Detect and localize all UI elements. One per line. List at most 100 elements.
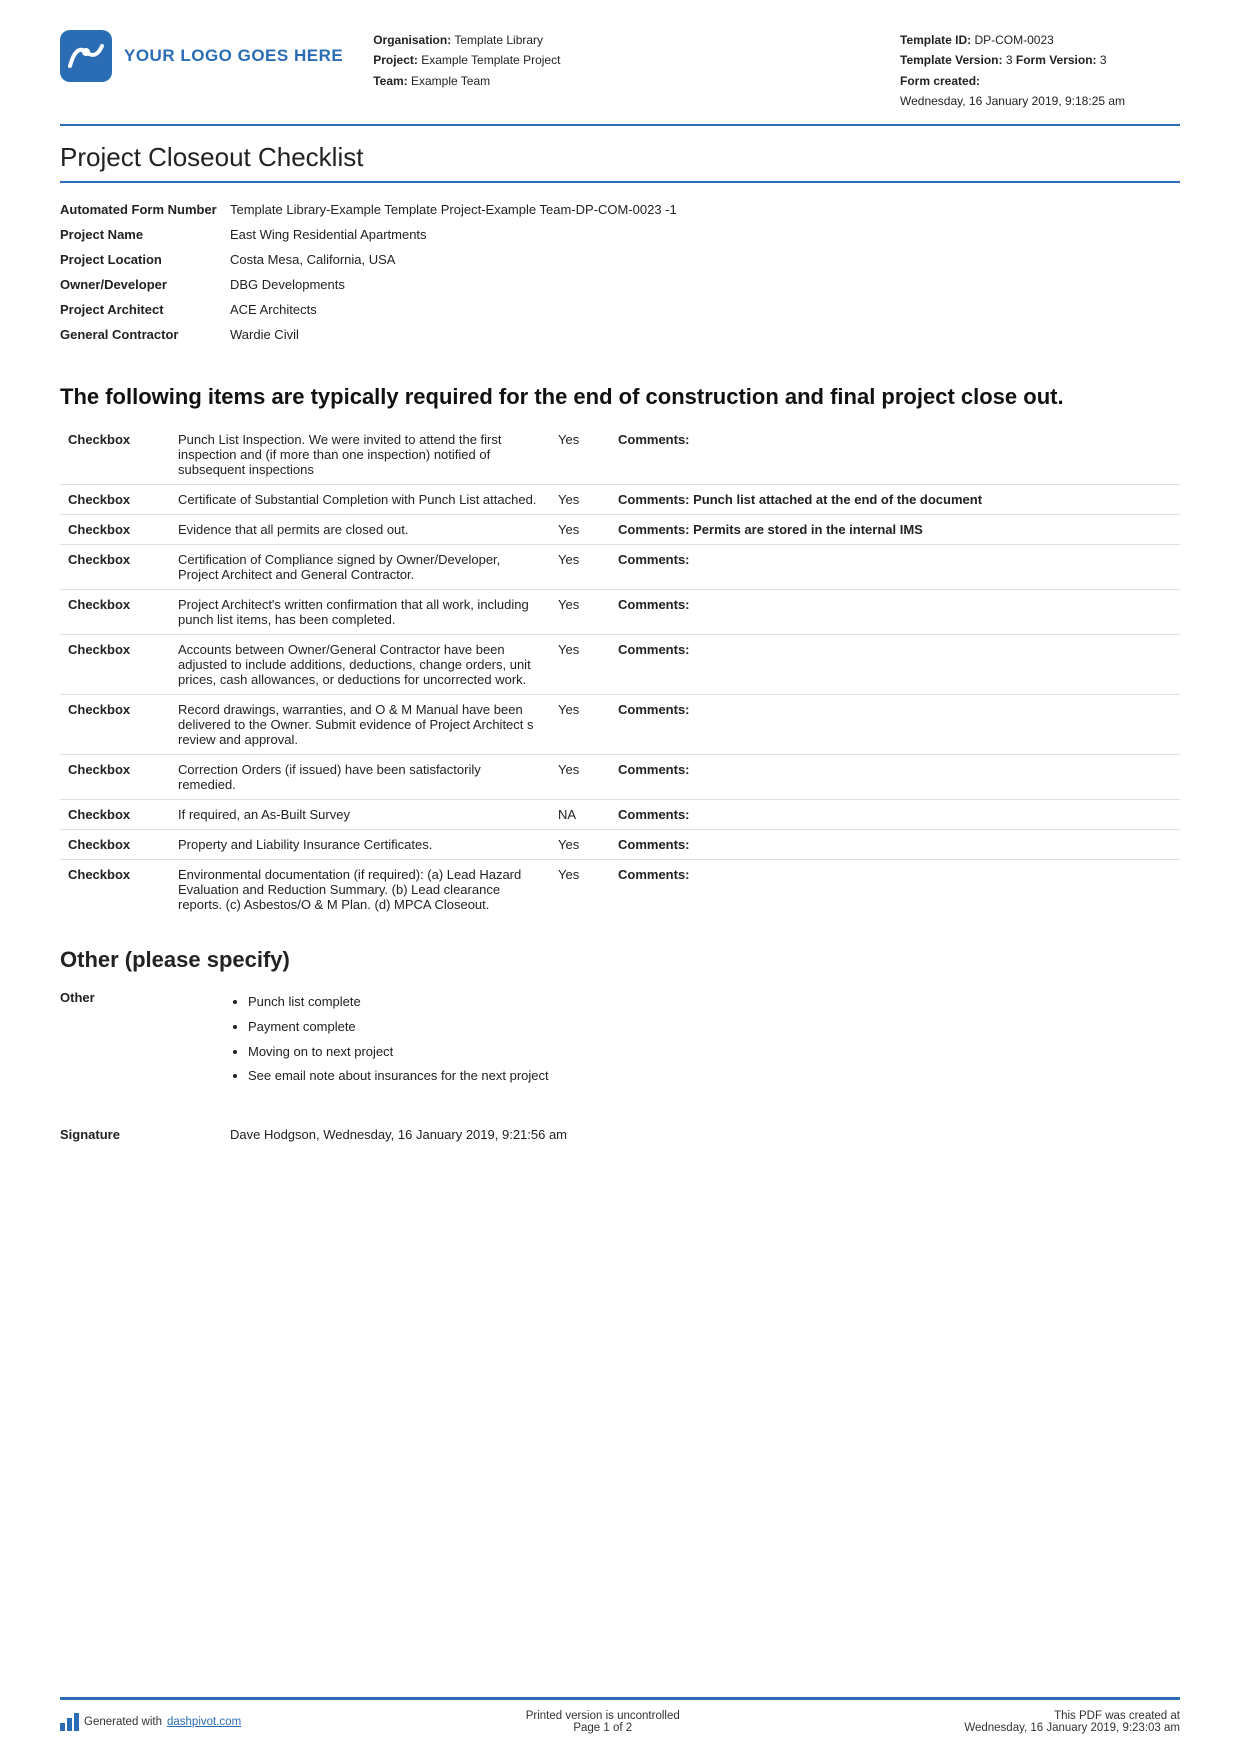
logo-area: YOUR LOGO GOES HERE	[60, 30, 343, 82]
checklist-col1: Checkbox	[60, 545, 170, 590]
footer-link[interactable]: dashpivot.com	[167, 1716, 241, 1728]
checklist-col4: Comments:	[610, 635, 1180, 695]
checklist-col2: Property and Liability Insurance Certifi…	[170, 830, 550, 860]
checklist-col3: Yes	[550, 860, 610, 920]
form-version-value: 3	[1100, 53, 1107, 67]
checklist-col4: Comments:	[610, 545, 1180, 590]
footer-page: Page 1 of 2	[526, 1722, 680, 1734]
checklist-col3: Yes	[550, 590, 610, 635]
header-right: Template ID: DP-COM-0023 Template Versio…	[900, 30, 1180, 112]
checklist-col2: Record drawings, warranties, and O & M M…	[170, 695, 550, 755]
checklist-col2: Accounts between Owner/General Contracto…	[170, 635, 550, 695]
checklist-col4: Comments:	[610, 590, 1180, 635]
checklist-col1: Checkbox	[60, 425, 170, 485]
footer-right: This PDF was created at Wednesday, 16 Ja…	[964, 1710, 1180, 1734]
checklist-col4: Comments:	[610, 755, 1180, 800]
checklist-col3: Yes	[550, 695, 610, 755]
checklist-col3: Yes	[550, 755, 610, 800]
page: YOUR LOGO GOES HERE Organisation: Templa…	[0, 0, 1240, 1754]
signature-row: Signature Dave Hodgson, Wednesday, 16 Ja…	[60, 1122, 1180, 1147]
checklist-col2: Certificate of Substantial Completion wi…	[170, 485, 550, 515]
footer-center: Printed version is uncontrolled Page 1 o…	[526, 1710, 680, 1734]
org-value: Template Library	[454, 33, 543, 47]
checklist-row: Checkbox Property and Liability Insuranc…	[60, 830, 1180, 860]
info-label: Project Name	[60, 222, 230, 247]
info-label: Automated Form Number	[60, 197, 230, 222]
checklist-col2: Certification of Compliance signed by Ow…	[170, 545, 550, 590]
checklist-col1: Checkbox	[60, 485, 170, 515]
info-value: Wardie Civil	[230, 322, 1180, 347]
checklist-col4: Comments:	[610, 695, 1180, 755]
checklist-row: Checkbox Record drawings, warranties, an…	[60, 695, 1180, 755]
checklist-col3: Yes	[550, 545, 610, 590]
list-item: Payment complete	[248, 1015, 1172, 1040]
checklist-col2: Evidence that all permits are closed out…	[170, 515, 550, 545]
checklist-col1: Checkbox	[60, 590, 170, 635]
checklist-col1: Checkbox	[60, 830, 170, 860]
checklist-col1: Checkbox	[60, 515, 170, 545]
checklist-row: Checkbox Certification of Compliance sig…	[60, 545, 1180, 590]
checklist-col3: Yes	[550, 485, 610, 515]
footer-bars-icon	[60, 1713, 79, 1731]
checklist-col2: If required, an As-Built Survey	[170, 800, 550, 830]
checklist-col2: Project Architect's written confirmation…	[170, 590, 550, 635]
other-row: Other Punch list completePayment complet…	[60, 985, 1180, 1094]
other-label: Other	[60, 985, 230, 1094]
checklist-table: Checkbox Punch List Inspection. We were …	[60, 425, 1180, 919]
footer-left: Generated with dashpivot.com	[60, 1713, 241, 1731]
checklist-col3: NA	[550, 800, 610, 830]
other-table: Other Punch list completePayment complet…	[60, 985, 1180, 1094]
signature-table: Signature Dave Hodgson, Wednesday, 16 Ja…	[60, 1122, 1180, 1147]
checklist-row: Checkbox Punch List Inspection. We were …	[60, 425, 1180, 485]
logo-text: YOUR LOGO GOES HERE	[124, 45, 343, 67]
info-value: Costa Mesa, California, USA	[230, 247, 1180, 272]
checklist-col3: Yes	[550, 425, 610, 485]
doc-title: Project Closeout Checklist	[60, 142, 1180, 183]
info-value: DBG Developments	[230, 272, 1180, 297]
info-table: Automated Form NumberTemplate Library-Ex…	[60, 197, 1180, 347]
template-version-value: 3	[1006, 53, 1013, 67]
checklist-row: Checkbox If required, an As-Built Survey…	[60, 800, 1180, 830]
checklist-col2: Correction Orders (if issued) have been …	[170, 755, 550, 800]
checklist-col1: Checkbox	[60, 755, 170, 800]
info-value: Template Library-Example Template Projec…	[230, 197, 1180, 222]
info-row: Project ArchitectACE Architects	[60, 297, 1180, 322]
team-label: Team:	[373, 74, 407, 88]
checklist-col4: Comments:	[610, 425, 1180, 485]
info-label: Project Architect	[60, 297, 230, 322]
other-list-cell: Punch list completePayment completeMovin…	[230, 985, 1180, 1094]
info-row: Project LocationCosta Mesa, California, …	[60, 247, 1180, 272]
logo-icon	[60, 30, 112, 82]
checklist-col2: Punch List Inspection. We were invited t…	[170, 425, 550, 485]
checklist-row: Checkbox Certificate of Substantial Comp…	[60, 485, 1180, 515]
other-heading: Other (please specify)	[60, 947, 1180, 973]
checklist-col4: Comments:	[610, 800, 1180, 830]
form-version-label: Form Version:	[1016, 53, 1097, 67]
info-row: General ContractorWardie Civil	[60, 322, 1180, 347]
checklist-col4: Comments: Punch list attached at the end…	[610, 485, 1180, 515]
checklist-col4: Comments:	[610, 860, 1180, 920]
checklist-col2: Environmental documentation (if required…	[170, 860, 550, 920]
signature-label: Signature	[60, 1122, 230, 1147]
other-list: Punch list completePayment completeMovin…	[230, 990, 1172, 1089]
footer-uncontrolled: Printed version is uncontrolled	[526, 1710, 680, 1722]
list-item: See email note about insurances for the …	[248, 1064, 1172, 1089]
checklist-col4: Comments: Permits are stored in the inte…	[610, 515, 1180, 545]
footer-logo: Generated with dashpivot.com	[60, 1713, 241, 1731]
header-meta: Organisation: Template Library Project: …	[373, 30, 900, 91]
checklist-row: Checkbox Accounts between Owner/General …	[60, 635, 1180, 695]
info-value: ACE Architects	[230, 297, 1180, 322]
form-created-value: Wednesday, 16 January 2019, 9:18:25 am	[900, 94, 1125, 108]
info-label: Project Location	[60, 247, 230, 272]
template-id-value: DP-COM-0023	[974, 33, 1053, 47]
checklist-row: Checkbox Evidence that all permits are c…	[60, 515, 1180, 545]
checklist-col1: Checkbox	[60, 695, 170, 755]
checklist-col1: Checkbox	[60, 800, 170, 830]
project-label: Project:	[373, 53, 418, 67]
signature-value: Dave Hodgson, Wednesday, 16 January 2019…	[230, 1122, 1180, 1147]
checklist-row: Checkbox Environmental documentation (if…	[60, 860, 1180, 920]
team-value: Example Team	[411, 74, 490, 88]
info-label: General Contractor	[60, 322, 230, 347]
footer: Generated with dashpivot.com Printed ver…	[60, 1697, 1180, 1734]
footer-pdf-date: Wednesday, 16 January 2019, 9:23:03 am	[964, 1722, 1180, 1734]
